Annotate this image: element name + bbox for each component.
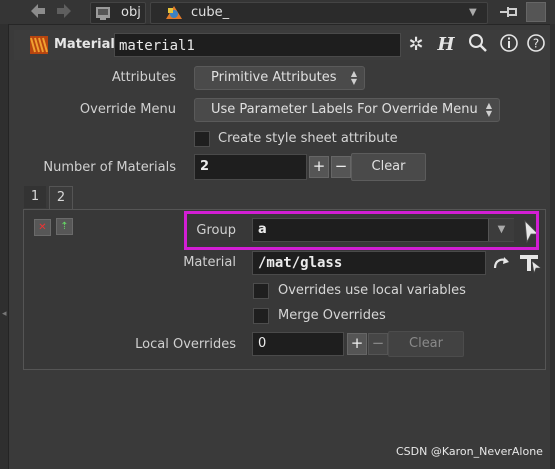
info-icon[interactable] (497, 33, 521, 57)
float-window-icon[interactable] (526, 2, 546, 22)
merge-overrides-checkbox[interactable] (253, 308, 269, 324)
overrides-local-checkbox[interactable] (253, 283, 269, 299)
search-icon[interactable] (466, 33, 490, 57)
num-materials-label: Number of Materials (43, 160, 176, 175)
breadcrumb-node-label: cube_ (191, 5, 230, 20)
material-path-field[interactable]: /mat/glass (252, 251, 486, 275)
breadcrumb-network[interactable]: obj (90, 2, 146, 24)
right-pane-edge (550, 24, 555, 469)
breadcrumb-network-label: obj (121, 5, 141, 20)
add-material-button[interactable]: + (309, 156, 329, 178)
remove-material-button[interactable]: − (331, 156, 351, 178)
tab-1[interactable]: 1 (24, 186, 46, 208)
attributes-value: Primitive Attributes (211, 70, 337, 85)
local-overrides-label: Local Overrides (135, 337, 236, 352)
override-menu-value: Use Parameter Labels For Override Menu (211, 102, 478, 117)
spinner-arrows-icon: ▲ ▼ (485, 101, 493, 118)
override-menu[interactable]: Use Parameter Labels For Override Menu ▲… (194, 98, 500, 122)
forward-arrow-icon[interactable] (54, 1, 74, 21)
group-highlight-box (184, 211, 539, 250)
remove-override-button[interactable]: − (368, 333, 388, 355)
attributes-label: Attributes (111, 70, 176, 85)
node-type-label: Material (54, 37, 115, 52)
style-sheet-checkbox[interactable] (194, 131, 210, 147)
path-bar: obj cube_ ▼ (0, 0, 555, 25)
link-arrow-icon[interactable] (492, 254, 512, 272)
node-name-field[interactable]: material1 (114, 33, 401, 57)
local-overrides-field[interactable]: 0 (252, 332, 344, 356)
back-arrow-icon[interactable] (28, 1, 48, 21)
left-pane-edge: ◂ (0, 24, 9, 469)
insert-icon[interactable]: ⇡ (56, 218, 73, 235)
svg-text:?: ? (533, 37, 539, 51)
node-icon (165, 5, 183, 28)
pin-icon[interactable] (498, 2, 520, 22)
clear-overrides-button[interactable]: Clear (388, 331, 464, 357)
merge-overrides-label: Merge Overrides (278, 308, 386, 323)
question-icon[interactable]: ? (524, 33, 548, 57)
add-override-button[interactable]: + (347, 333, 367, 355)
watermark-text: CSDN @Karon_NeverAlone (396, 445, 543, 458)
pane-drag-handle[interactable]: ◂ (2, 309, 7, 319)
attributes-menu[interactable]: Primitive Attributes ▲ ▼ (194, 66, 365, 90)
spinner-arrows-icon: ▲ ▼ (350, 69, 358, 86)
num-materials-field[interactable]: 2 (194, 154, 307, 180)
material-node-icon (28, 34, 50, 56)
node-chooser-icon[interactable] (518, 252, 542, 275)
overrides-local-label: Overrides use local variables (278, 283, 466, 298)
tab-2[interactable]: 2 (49, 186, 73, 211)
help-h-icon[interactable]: H (434, 33, 458, 57)
remove-instance-button[interactable]: ✕ (34, 219, 51, 236)
override-menu-label: Override Menu (79, 102, 176, 117)
chevron-down-icon[interactable]: ▼ (469, 3, 477, 23)
material-label: Material (183, 255, 236, 270)
style-sheet-label: Create style sheet attribute (218, 131, 398, 146)
breadcrumb-node[interactable]: cube_ ▼ (150, 2, 488, 24)
network-icon (95, 5, 111, 28)
clear-materials-button[interactable]: Clear (351, 153, 426, 181)
gear-icon[interactable]: ✲ (404, 33, 428, 57)
